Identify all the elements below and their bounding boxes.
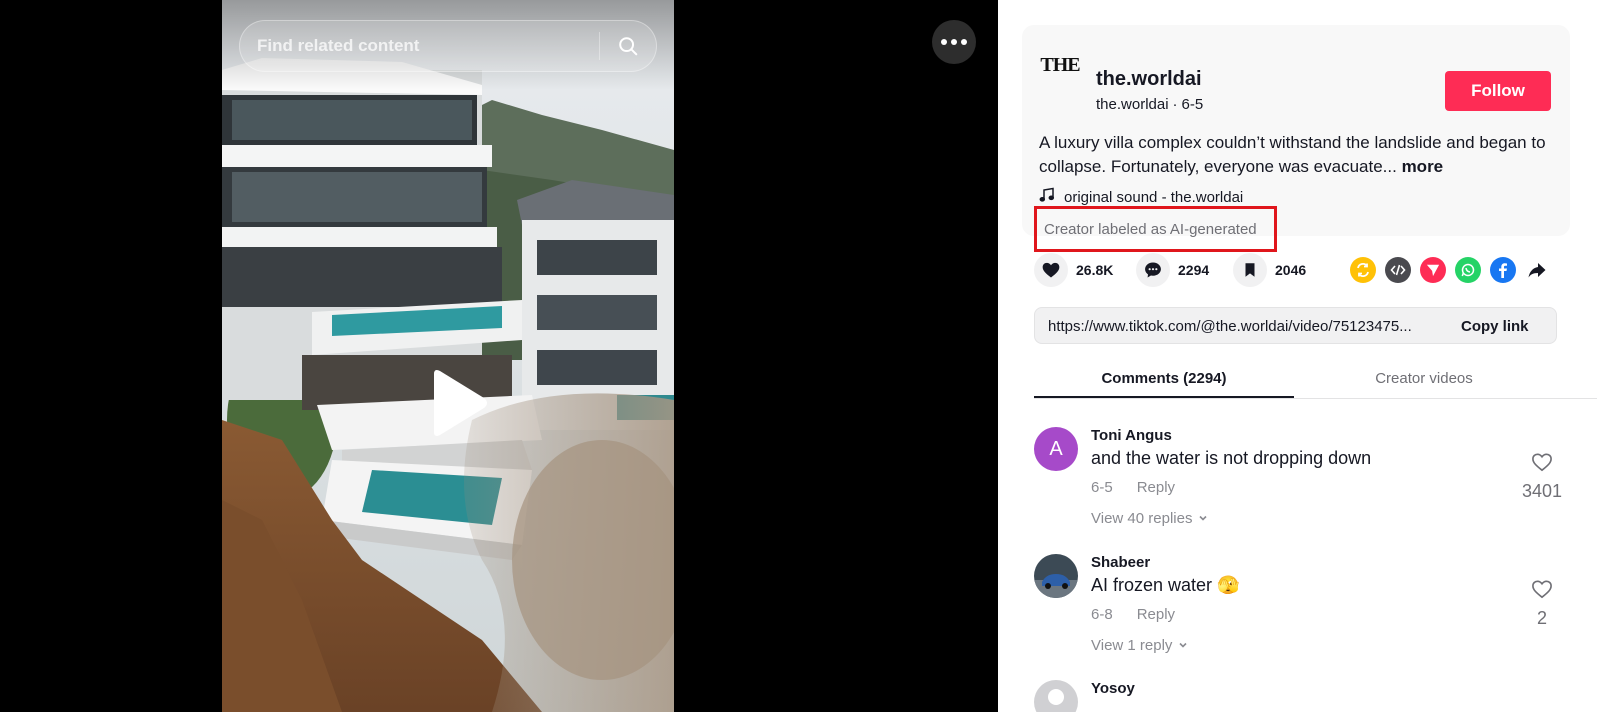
- author-avatar[interactable]: THE: [1040, 45, 1080, 85]
- commenter-name[interactable]: Toni Angus: [1091, 427, 1172, 444]
- facebook-icon[interactable]: [1490, 257, 1516, 283]
- author-handle: the.worldai: [1096, 96, 1169, 113]
- comment-icon: [1136, 253, 1170, 287]
- like-count: 26.8K: [1076, 262, 1114, 278]
- reply-button[interactable]: Reply: [1137, 479, 1175, 496]
- music-note-icon: [1039, 187, 1055, 207]
- view-replies-button[interactable]: View 1 reply: [1091, 637, 1188, 654]
- action-bar: 26.8K 2294 2046: [1034, 253, 1594, 287]
- author-avatar-text: THE: [1040, 53, 1080, 76]
- commenter-name[interactable]: Yosoy: [1091, 680, 1135, 697]
- comment-like-count: 3401: [1521, 481, 1563, 501]
- comment-like-button[interactable]: 3401: [1520, 452, 1564, 502]
- like-button[interactable]: 26.8K: [1034, 253, 1113, 287]
- chevron-down-icon: [1178, 637, 1188, 654]
- comment-meta: 6-5 Reply: [1091, 479, 1175, 496]
- heart-outline-icon: [1531, 579, 1553, 604]
- heart-icon: [1034, 253, 1068, 287]
- ai-label-text: Creator labeled as AI-generated: [1044, 221, 1257, 238]
- comment-item: A Toni Angus and the water is not droppi…: [1034, 427, 1564, 527]
- tab-comments[interactable]: Comments (2294): [1034, 370, 1294, 387]
- more-options-button[interactable]: [932, 20, 976, 64]
- send-icon[interactable]: [1420, 257, 1446, 283]
- commenter-avatar[interactable]: [1034, 680, 1078, 712]
- whatsapp-icon[interactable]: [1455, 257, 1481, 283]
- comment-button[interactable]: 2294: [1136, 253, 1209, 287]
- author-username[interactable]: the.worldai: [1096, 68, 1202, 91]
- view-replies-label: View 1 reply: [1091, 637, 1173, 654]
- view-replies-button[interactable]: View 40 replies: [1091, 510, 1208, 527]
- comment-count: 2294: [1178, 262, 1210, 278]
- more-link[interactable]: more: [1402, 157, 1444, 176]
- save-count: 2046: [1275, 262, 1307, 278]
- tab-creator-videos[interactable]: Creator videos: [1294, 370, 1554, 387]
- follow-button[interactable]: Follow: [1445, 71, 1551, 111]
- search-icon[interactable]: [600, 21, 656, 71]
- post-description: A luxury villa complex couldn’t withstan…: [1039, 131, 1554, 179]
- video-frame[interactable]: [222, 0, 674, 712]
- comment-date: 6-8: [1091, 606, 1113, 623]
- active-tab-indicator: [1034, 396, 1294, 398]
- commenter-avatar[interactable]: [1034, 554, 1078, 598]
- comment-date: 6-5: [1091, 479, 1113, 496]
- video-link-box: https://www.tiktok.com/@the.worldai/vide…: [1034, 307, 1557, 344]
- comment-item: Yosoy: [1034, 680, 1564, 712]
- comment-like-count: 2: [1536, 608, 1547, 628]
- play-icon[interactable]: [420, 368, 490, 438]
- description-text: A luxury villa complex couldn’t withstan…: [1039, 133, 1546, 176]
- share-arrow-icon[interactable]: [1524, 257, 1550, 283]
- reply-button[interactable]: Reply: [1137, 606, 1175, 623]
- author-subline: the.worldai · 6-5: [1096, 96, 1203, 113]
- view-replies-label: View 40 replies: [1091, 510, 1193, 527]
- post-info-card: THE the.worldai the.worldai · 6-5 Follow…: [1022, 25, 1570, 252]
- subline-separator: ·: [1172, 96, 1178, 113]
- more-dot-icon: [951, 39, 957, 45]
- related-search-input[interactable]: [240, 21, 599, 71]
- comment-like-button[interactable]: 2: [1520, 579, 1564, 629]
- commenter-avatar[interactable]: A: [1034, 427, 1078, 471]
- comment-text: AI frozen water 🫣: [1091, 575, 1240, 595]
- heart-outline-icon: [1531, 452, 1553, 477]
- details-panel: THE the.worldai the.worldai · 6-5 Follow…: [998, 0, 1600, 712]
- more-dot-icon: [941, 39, 947, 45]
- sound-name: original sound - the.worldai: [1064, 188, 1244, 206]
- ai-generated-label: Creator labeled as AI-generated: [1034, 206, 1277, 252]
- bookmark-icon: [1233, 253, 1267, 287]
- comment-text: and the water is not dropping down: [1091, 448, 1372, 468]
- video-player-area: [0, 0, 998, 712]
- save-button[interactable]: 2046: [1233, 253, 1306, 287]
- comment-meta: 6-8 Reply: [1091, 606, 1175, 623]
- comment-item: Shabeer AI frozen water 🫣 6-8 Reply View…: [1034, 554, 1564, 654]
- repost-icon[interactable]: [1350, 257, 1376, 283]
- commenter-name[interactable]: Shabeer: [1091, 554, 1150, 571]
- copy-link-button[interactable]: Copy link: [1461, 318, 1529, 335]
- video-thumbnail: [222, 0, 674, 712]
- related-search-bar: [239, 20, 657, 72]
- more-dot-icon: [961, 39, 967, 45]
- sound-link[interactable]: original sound - the.worldai: [1039, 187, 1243, 207]
- post-date: 6-5: [1181, 96, 1204, 113]
- chevron-down-icon: [1198, 510, 1208, 527]
- video-url[interactable]: https://www.tiktok.com/@the.worldai/vide…: [1048, 318, 1444, 335]
- comments-tabs: Comments (2294) Creator videos: [1034, 356, 1597, 399]
- embed-icon[interactable]: [1385, 257, 1411, 283]
